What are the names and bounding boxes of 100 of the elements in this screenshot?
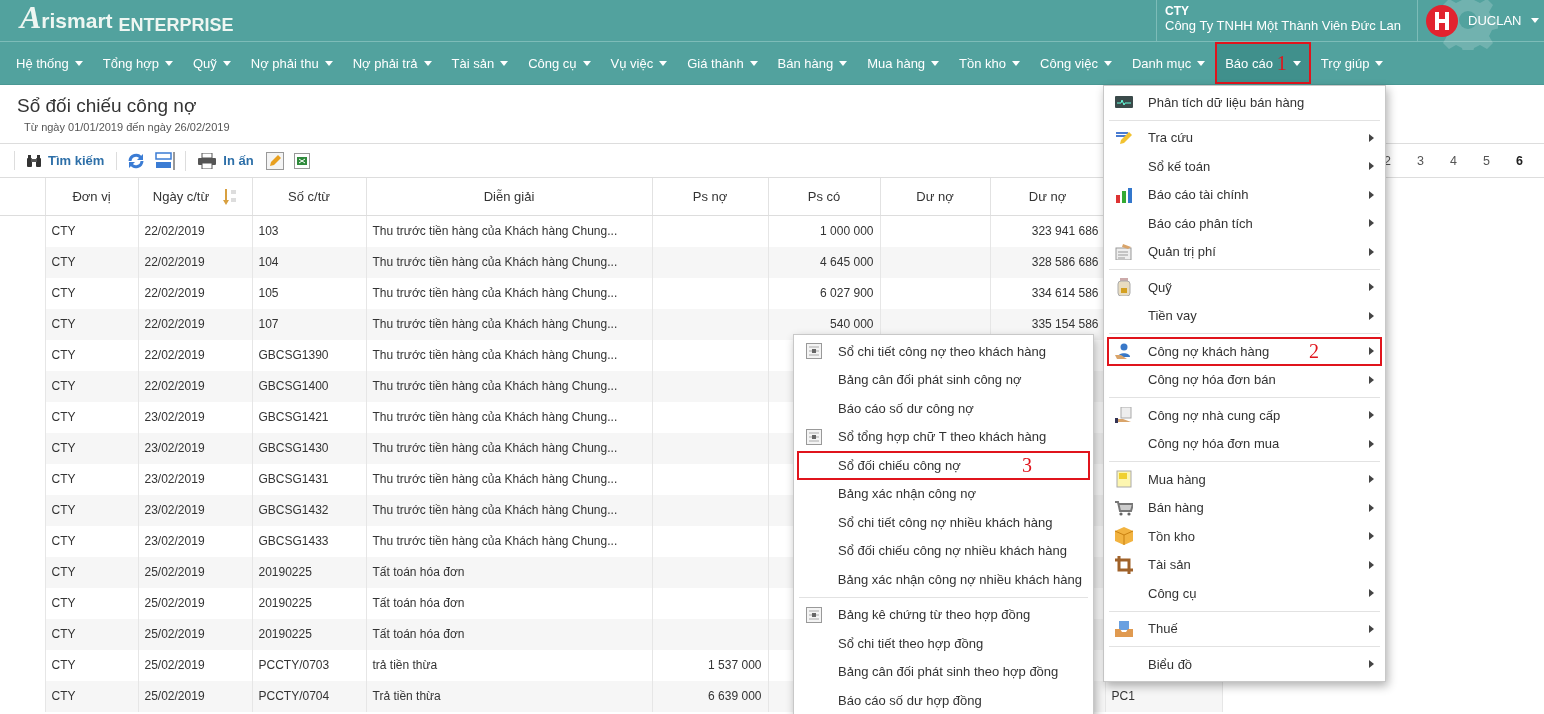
menu-item[interactable]: Bảng xác nhận công nợ (797, 479, 1090, 508)
page-link[interactable]: 6 (1503, 151, 1536, 170)
menu-item[interactable]: Công nợ nhà cung cấp (1107, 401, 1382, 430)
table-cell: Thu trước tiền hàng của Khách hàng Chung... (372, 255, 618, 269)
menu-item[interactable]: Bảng cân đối phát sinh theo hợp đồng (797, 657, 1090, 686)
table-cell: CTY (51, 255, 76, 269)
table-cell: 335 154 586 (1031, 317, 1099, 331)
bar-chart-icon (1115, 186, 1133, 203)
menu-item[interactable]: Bán hàng (1107, 493, 1382, 522)
menu-item[interactable]: Bảng kê chứng từ theo hợp đồng (797, 600, 1090, 629)
table-cell: 334 614 586 (1031, 286, 1099, 300)
menu-item[interactable]: Công cụ (1107, 579, 1382, 608)
column-header[interactable]: Diễn giải (483, 189, 535, 204)
search-button[interactable]: Tìm kiếm (25, 151, 107, 170)
menu-item[interactable]: Công nợ khách hàng 2 (1107, 337, 1382, 366)
table-cell: Tất toán hóa đơn (372, 565, 465, 579)
menu-item[interactable]: Thuế (1107, 614, 1382, 643)
table-cell: Trả tiền thừa (372, 689, 441, 703)
menu-item[interactable]: Sổ tổng hợp chữ T theo khách hàng (797, 422, 1090, 451)
table-cell: 22/02/2019 (144, 379, 205, 393)
table-cell: 103 (258, 224, 279, 239)
crop-icon (1115, 555, 1133, 574)
menu-item[interactable]: Sổ kế toán (1107, 152, 1382, 181)
table-cell: 22/02/2019 (144, 286, 205, 300)
table-cell: Thu trước tiền hàng của Khách hàng Chung... (372, 534, 618, 548)
menu-item[interactable]: Mua hàng (1107, 465, 1382, 494)
caret-icon (165, 60, 173, 66)
table-cell: CTY (51, 348, 76, 362)
caret-icon (500, 60, 509, 66)
menu-item[interactable]: Công nợ hóa đơn bán (1107, 365, 1382, 394)
tray-icon (1115, 620, 1133, 637)
table-cell: GBCSG1400 (258, 379, 329, 393)
caret-icon (582, 60, 591, 66)
menu-item[interactable]: Quỹ (1107, 273, 1382, 302)
table-cell: GBCSG1390 (258, 348, 329, 362)
table-cell: CTY (51, 565, 76, 579)
person-icon (1115, 343, 1133, 360)
menu-item[interactable]: Bảng cân đối phát sinh công nợ (797, 365, 1090, 394)
page-link[interactable]: 5 (1470, 151, 1503, 170)
column-header[interactable]: Số c/từ (288, 189, 330, 204)
table-cell: CTY (51, 689, 76, 703)
column-header[interactable]: Ps có (807, 189, 841, 204)
table-cell: 25/02/2019 (144, 658, 205, 672)
table-cell: Thu trước tiền hàng của Khách hàng Chung... (372, 317, 618, 331)
layout-icon[interactable] (155, 151, 176, 170)
table-cell: 20190225 (258, 565, 312, 579)
table-cell: 23/02/2019 (144, 472, 205, 486)
pencil-icon (1115, 129, 1133, 146)
table-cell: 25/02/2019 (144, 627, 205, 641)
table-cell: 328 586 686 (1031, 255, 1099, 269)
menu-item[interactable]: Quản trị phí (1107, 237, 1382, 266)
menu-item[interactable]: Sổ chi tiết theo hợp đồng (797, 629, 1090, 658)
table-cell: PCCTY/0704 (258, 689, 330, 703)
table-cell: 23/02/2019 (144, 503, 205, 517)
table-cell: 23/02/2019 (144, 534, 205, 548)
column-header[interactable]: Đơn vị (72, 189, 111, 204)
page-link[interactable]: 3 (1404, 151, 1437, 170)
step-number: 3 (1022, 455, 1032, 476)
menu-item[interactable]: Tài sản (1107, 550, 1382, 579)
table-cell: 25/02/2019 (144, 596, 205, 610)
spreadsheet-icon[interactable] (293, 152, 310, 169)
menu-item[interactable]: Bảng xác nhận công nợ nhiều khách hàng (797, 565, 1090, 594)
report-icon (806, 343, 822, 360)
menu-item[interactable]: Báo cáo phân tích (1107, 209, 1382, 238)
column-header[interactable]: Ngày c/từ (152, 188, 238, 205)
report-icon (806, 606, 822, 623)
menu-item[interactable]: Phân tích dữ liệu bán hàng (1107, 88, 1382, 117)
menu-item[interactable]: Sổ chi tiết công nợ theo khách hàng (797, 337, 1090, 366)
menu-item[interactable]: Tra cứu (1107, 123, 1382, 152)
caret-icon (1197, 60, 1206, 66)
menu-item[interactable]: Công nợ hóa đơn mua (1107, 429, 1382, 458)
table-cell: 1 000 000 (820, 224, 874, 239)
step-number: 2 (1309, 341, 1319, 362)
avatar-icon (1426, 4, 1458, 37)
edit-icon[interactable] (265, 151, 284, 170)
menu-item[interactable]: Sổ chi tiết công nợ nhiều khách hàng (797, 508, 1090, 537)
menu-item[interactable]: Tồn kho (1107, 522, 1382, 551)
jar-icon (1117, 278, 1131, 297)
caret-icon (74, 60, 83, 66)
refresh-icon[interactable] (127, 151, 146, 170)
menu-item[interactable]: Biểu đồ (1107, 650, 1382, 679)
caret-icon (222, 60, 231, 66)
table-cell: Thu trước tiền hàng của Khách hàng Chung... (372, 441, 618, 455)
menu-item[interactable]: Báo cáo số dư công nợ (797, 394, 1090, 423)
menu-item[interactable]: Báo cáo tài chính (1107, 180, 1382, 209)
menu-item[interactable]: Tiền vay (1107, 301, 1382, 330)
column-header[interactable]: Dư nợ (1028, 189, 1067, 204)
caret-icon (1375, 60, 1384, 66)
table-cell: Thu trước tiền hàng của Khách hàng Chung... (372, 286, 618, 300)
print-button[interactable]: In ấn (196, 150, 256, 171)
page-link[interactable]: 4 (1437, 151, 1470, 170)
table-cell: GBCSG1431 (258, 472, 329, 486)
menu-item[interactable]: Sổ đối chiếu công nợ 3 (797, 451, 1090, 480)
table-cell: CTY (51, 596, 76, 610)
menu-tab[interactable]: Báo cáo 1 (1215, 42, 1311, 84)
edition-label: ENTERPRISE (118, 15, 234, 36)
column-header[interactable]: Ps nợ (692, 189, 728, 204)
menu-item[interactable]: Báo cáo số dư hợp đồng (797, 686, 1090, 714)
column-header[interactable]: Dư nợ (916, 189, 954, 204)
menu-item[interactable]: Sổ đối chiếu công nợ nhiều khách hàng (797, 536, 1090, 565)
